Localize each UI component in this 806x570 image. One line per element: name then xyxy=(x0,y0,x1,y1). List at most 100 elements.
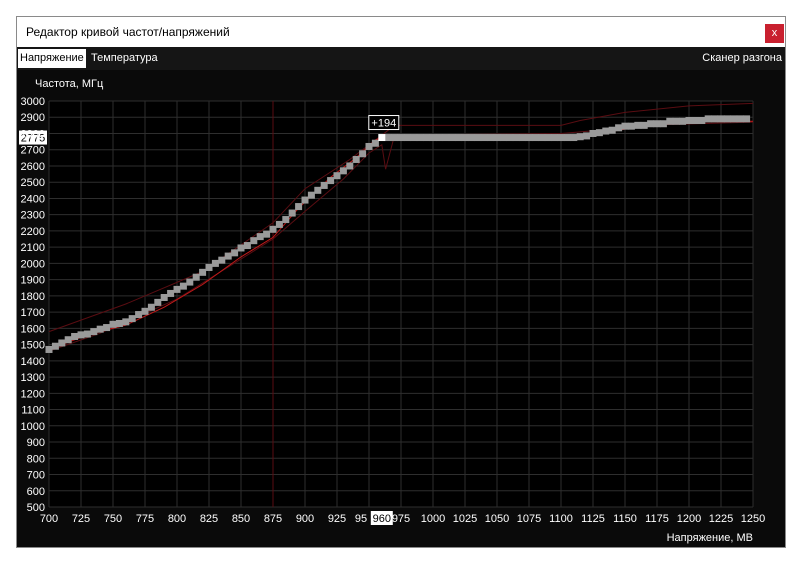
curve-point[interactable] xyxy=(160,294,168,302)
curve-point[interactable] xyxy=(391,134,399,142)
curve-point[interactable] xyxy=(736,115,744,123)
curve-point[interactable] xyxy=(320,181,328,189)
curve-point[interactable] xyxy=(263,230,271,238)
curve-point[interactable] xyxy=(243,242,251,250)
curve-point[interactable] xyxy=(467,134,475,142)
curve-point[interactable] xyxy=(429,134,437,142)
curve-point[interactable] xyxy=(179,282,187,290)
curve-point[interactable] xyxy=(135,311,143,319)
curve-point[interactable] xyxy=(109,320,117,328)
curve-point[interactable] xyxy=(423,134,431,142)
curve-point[interactable] xyxy=(167,289,175,297)
curve-point[interactable] xyxy=(173,285,181,293)
curve-point[interactable] xyxy=(186,278,194,286)
curve-point[interactable] xyxy=(339,167,347,175)
curve-point[interactable] xyxy=(551,134,559,142)
curve-point[interactable] xyxy=(71,332,79,340)
curve-point[interactable] xyxy=(576,133,584,141)
curve-point[interactable] xyxy=(653,120,661,128)
vf-curve-chart[interactable]: +1942775960 5006007008009001000110012001… xyxy=(17,17,785,547)
curve-point[interactable] xyxy=(711,115,719,123)
curve-point[interactable] xyxy=(122,318,130,326)
curve-point[interactable] xyxy=(563,134,571,142)
curve-point[interactable] xyxy=(282,216,290,224)
curve-point[interactable] xyxy=(627,122,635,130)
curve-point[interactable] xyxy=(493,134,501,142)
curve-point[interactable] xyxy=(352,155,360,163)
curve-point[interactable] xyxy=(218,256,226,264)
curve-point[interactable] xyxy=(314,186,322,194)
curve-point[interactable] xyxy=(659,120,667,128)
curve-point[interactable] xyxy=(442,134,450,142)
curve-point[interactable] xyxy=(615,124,623,132)
curve-point[interactable] xyxy=(288,209,296,217)
curve-point[interactable] xyxy=(96,325,104,333)
curve-point[interactable] xyxy=(416,134,424,142)
curve-point[interactable] xyxy=(301,196,309,204)
curve-point[interactable] xyxy=(538,134,546,142)
curve-point[interactable] xyxy=(205,263,213,271)
curve-point[interactable] xyxy=(666,117,674,125)
curve-point[interactable] xyxy=(499,134,507,142)
curve-point[interactable] xyxy=(90,328,98,336)
curve-point[interactable] xyxy=(589,129,597,137)
curve-point[interactable] xyxy=(743,115,751,123)
curve-point[interactable] xyxy=(717,115,725,123)
curve-point[interactable] xyxy=(307,191,315,199)
curve-point[interactable] xyxy=(595,129,603,137)
curve-point[interactable] xyxy=(506,134,514,142)
curve-point[interactable] xyxy=(640,121,648,129)
curve-point[interactable] xyxy=(704,115,712,123)
curve-point[interactable] xyxy=(51,342,59,350)
curve-point[interactable] xyxy=(275,220,283,228)
curve-point[interactable] xyxy=(211,259,219,267)
curve-point[interactable] xyxy=(570,134,578,142)
curve-point[interactable] xyxy=(231,249,239,257)
curve-point[interactable] xyxy=(128,315,136,323)
curve-point[interactable] xyxy=(250,237,258,245)
curve-point[interactable] xyxy=(103,324,111,332)
curve-point[interactable] xyxy=(141,307,149,315)
curve-point[interactable] xyxy=(544,134,552,142)
curve-point[interactable] xyxy=(512,134,520,142)
curve-point[interactable] xyxy=(384,134,392,142)
curve-point[interactable] xyxy=(455,134,463,142)
curve-point[interactable] xyxy=(365,142,373,150)
curve-point[interactable] xyxy=(333,172,341,180)
curve-point[interactable] xyxy=(647,120,655,128)
curve-point[interactable] xyxy=(58,339,66,347)
curve-point[interactable] xyxy=(691,116,699,124)
curve-point[interactable] xyxy=(346,162,354,170)
curve-point[interactable] xyxy=(45,345,53,353)
curve-point[interactable] xyxy=(327,177,335,185)
curve-point[interactable] xyxy=(480,134,488,142)
curve-point[interactable] xyxy=(602,127,610,135)
curve-point[interactable] xyxy=(634,121,642,129)
curve-point[interactable] xyxy=(461,134,469,142)
curve-point[interactable] xyxy=(77,331,85,339)
curve-point[interactable] xyxy=(397,134,405,142)
curve-point[interactable] xyxy=(487,134,495,142)
curve-point[interactable] xyxy=(295,203,303,211)
curve-point[interactable] xyxy=(557,134,565,142)
curve-point[interactable] xyxy=(192,273,200,281)
selected-point[interactable] xyxy=(378,134,386,142)
curve-point[interactable] xyxy=(237,244,245,252)
curve-point[interactable] xyxy=(371,139,379,147)
curve-point[interactable] xyxy=(608,126,616,134)
curve-point[interactable] xyxy=(410,134,418,142)
curve-point[interactable] xyxy=(531,134,539,142)
curve-point[interactable] xyxy=(672,117,680,125)
curve-point[interactable] xyxy=(403,134,411,142)
curve-point[interactable] xyxy=(448,134,456,142)
curve-point[interactable] xyxy=(269,225,277,233)
curve-point[interactable] xyxy=(199,268,207,276)
curve-point[interactable] xyxy=(83,330,91,338)
curve-point[interactable] xyxy=(435,134,443,142)
curve-point[interactable] xyxy=(519,134,527,142)
curve-point[interactable] xyxy=(698,116,706,124)
curve-point[interactable] xyxy=(224,252,232,260)
curve-point[interactable] xyxy=(147,303,155,311)
curve-point[interactable] xyxy=(64,336,72,344)
curve-point[interactable] xyxy=(679,117,687,125)
